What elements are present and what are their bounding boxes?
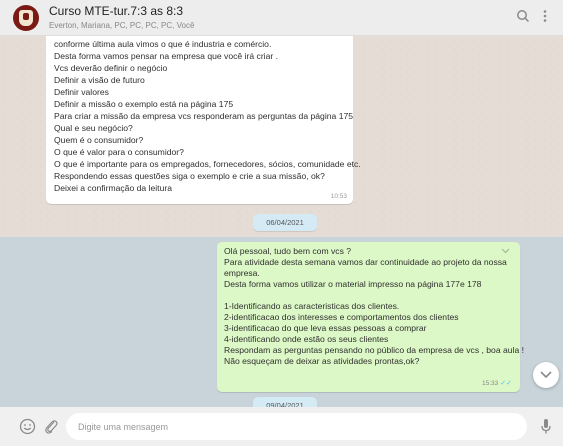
- message-line: Desta forma vamos pensar na empresa que …: [54, 51, 279, 61]
- message-time: 15:33 ✓✓: [482, 379, 512, 387]
- message-line: 1-Identificando as caracteristicas dos c…: [224, 301, 400, 311]
- message-line: Definir valores: [54, 87, 109, 97]
- message-line: empresa.: [224, 268, 260, 278]
- message-line: Definir a visão de futuro: [54, 75, 145, 85]
- emoji-icon[interactable]: [18, 418, 36, 436]
- message-line: 4-identificando onde estão os seus clien…: [224, 334, 389, 344]
- message-line: Vcs deverão definir o negócio: [54, 63, 168, 73]
- message-input[interactable]: [66, 413, 527, 440]
- message-line: Olá pessoal, tudo bem com vcs ?: [224, 246, 352, 256]
- message-line: Qual e seu negócio?: [54, 123, 133, 133]
- message-time: 10:53: [330, 193, 347, 200]
- message-line: Para atividade desta semana vamos dar co…: [224, 257, 507, 267]
- message-line: Desta forma vamos utilizar o material im…: [224, 279, 482, 289]
- scroll-down-button[interactable]: [533, 362, 559, 388]
- message-line: O que é importante para os empregados, f…: [54, 159, 361, 169]
- read-checks-icon: ✓✓: [500, 380, 512, 387]
- message-line: Respondendo essas questões siga o exempl…: [54, 171, 325, 181]
- chat-area[interactable]: conforme última aula vimos o que é indus…: [0, 36, 563, 407]
- message-line: Para criar a missão da empresa vcs respo…: [54, 111, 354, 121]
- chat-header[interactable]: Curso MTE-tur.7:3 as 8:3 Everton, Marian…: [0, 0, 563, 36]
- message-line: Deixei a confirmação da leitura: [54, 183, 172, 193]
- message-line: conforme última aula vimos o que é indus…: [54, 39, 272, 49]
- incoming-message[interactable]: conforme última aula vimos o que é indus…: [46, 36, 361, 204]
- microphone-icon[interactable]: [537, 418, 555, 436]
- group-title[interactable]: Curso MTE-tur.7:3 as 8:3: [49, 4, 183, 18]
- message-line: 3-identificacao do que leva essas pessoa…: [224, 323, 427, 333]
- message-line: Quem é o consumidor?: [54, 135, 144, 145]
- message-line: O que é valor para o consumidor?: [54, 147, 184, 157]
- message-time-text: 15:33: [481, 380, 499, 387]
- outgoing-message[interactable]: Olá pessoal, tudo bem com vcs ? Para ati…: [217, 242, 524, 392]
- message-line: Não esqueçam de deixar as atividades pro…: [224, 356, 420, 366]
- message-line: Respondam as perguntas pensando no públi…: [224, 345, 525, 355]
- date-separator: 09/04/2021: [253, 397, 317, 407]
- date-separator: 06/04/2021: [253, 214, 317, 231]
- message-line: Definir a missão o exemplo está na págin…: [54, 99, 234, 109]
- message-line: 2-identificacao dos interesses e comport…: [224, 312, 459, 322]
- group-avatar[interactable]: [13, 5, 39, 31]
- paperclip-icon[interactable]: [42, 418, 60, 436]
- search-icon[interactable]: [514, 9, 532, 27]
- compose-bar: [0, 407, 563, 446]
- menu-icon[interactable]: [536, 9, 554, 27]
- chevron-down-icon[interactable]: [501, 246, 510, 256]
- group-participants[interactable]: Everton, Mariana, PC, PC, PC, PC, Você: [49, 21, 194, 30]
